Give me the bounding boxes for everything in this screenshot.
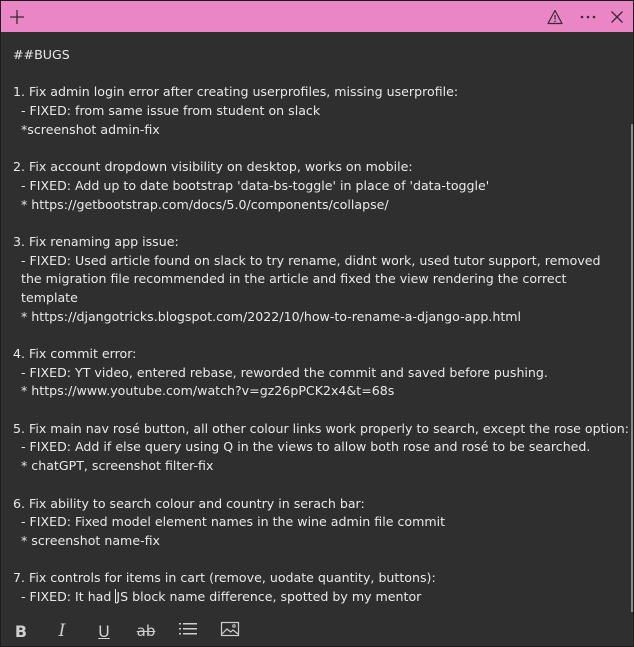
note-line: 3. Fix renaming app issue: — [13, 233, 179, 249]
caret-line-before: - FIXED: It had — [13, 588, 116, 604]
sticky-note-window: ##BUGS 1. Fix admin login error after cr… — [0, 0, 634, 647]
close-button[interactable] — [603, 1, 631, 32]
note-line: * chatGPT, screenshot filter-fix — [13, 458, 214, 474]
italic-button[interactable]: I — [49, 618, 75, 644]
note-line: *screenshot admin-fix — [13, 121, 160, 137]
insert-image-button[interactable] — [217, 618, 243, 644]
note-line: ##BUGS — [13, 47, 70, 62]
note-line: * https://www.youtube.com/watch?v=gz26pP… — [13, 383, 395, 399]
note-line — [13, 326, 619, 345]
note-line: 6. Fix ability to search colour and coun… — [13, 495, 365, 511]
note-line: * https://getbootstrap.com/docs/5.0/comp… — [13, 196, 389, 212]
warning-icon — [547, 9, 563, 25]
note-line — [13, 139, 619, 158]
note-line: - FIXED: Used article found on slack to … — [13, 252, 601, 268]
bullet-list-button[interactable] — [175, 618, 201, 644]
note-line-with-caret: - FIXED: It had JS block name difference… — [13, 588, 619, 607]
more-icon — [579, 14, 597, 20]
strikethrough-button[interactable]: ab — [133, 618, 159, 644]
more-options-button[interactable] — [574, 1, 602, 32]
new-note-button[interactable] — [3, 1, 31, 32]
note-line: - FIXED: Add if else query using Q in th… — [13, 439, 591, 455]
note-line: 4. Fix commit error: — [13, 346, 137, 361]
note-line — [13, 401, 619, 420]
note-line: 7. Fix controls for items in cart (remov… — [13, 570, 436, 586]
bullet-list-icon — [178, 621, 198, 641]
note-line: * screenshot name-fix — [13, 532, 161, 548]
title-bar — [1, 1, 633, 32]
note-line — [13, 214, 619, 233]
note-line: - FIXED: from same issue from student on… — [13, 103, 321, 119]
note-line — [13, 476, 619, 495]
note-text[interactable]: ##BUGS 1. Fix admin login error after cr… — [13, 46, 629, 607]
note-line: 2. Fix account dropdown visibility on de… — [13, 159, 413, 175]
note-line: - FIXED: Fixed model element names in th… — [13, 514, 446, 530]
note-line: - FIXED: Add up to date bootstrap 'data-… — [13, 177, 490, 193]
scrollbar[interactable] — [631, 124, 633, 612]
warning-button[interactable] — [541, 1, 569, 32]
note-line: the migration file recommended in the ar… — [13, 271, 567, 287]
note-line: 5. Fix main nav rosé button, all other c… — [13, 420, 629, 436]
note-line: 1. Fix admin login error after creating … — [13, 84, 459, 100]
note-line: template — [13, 289, 78, 305]
note-line: * https://djangotricks.blogspot.com/2022… — [13, 308, 522, 324]
note-editor[interactable]: ##BUGS 1. Fix admin login error after cr… — [1, 32, 633, 612]
caret-line-after: JS block name difference, spotted by my … — [116, 588, 422, 604]
close-icon — [610, 10, 624, 24]
formatting-toolbar: B I U ab — [1, 612, 633, 646]
note-line — [13, 65, 619, 84]
plus-icon — [9, 9, 25, 25]
bold-button[interactable]: B — [8, 618, 34, 644]
note-line: - FIXED: YT video, entered rebase, rewor… — [13, 364, 548, 380]
note-line — [13, 551, 619, 570]
underline-button[interactable]: U — [91, 618, 117, 644]
image-icon — [220, 621, 240, 641]
